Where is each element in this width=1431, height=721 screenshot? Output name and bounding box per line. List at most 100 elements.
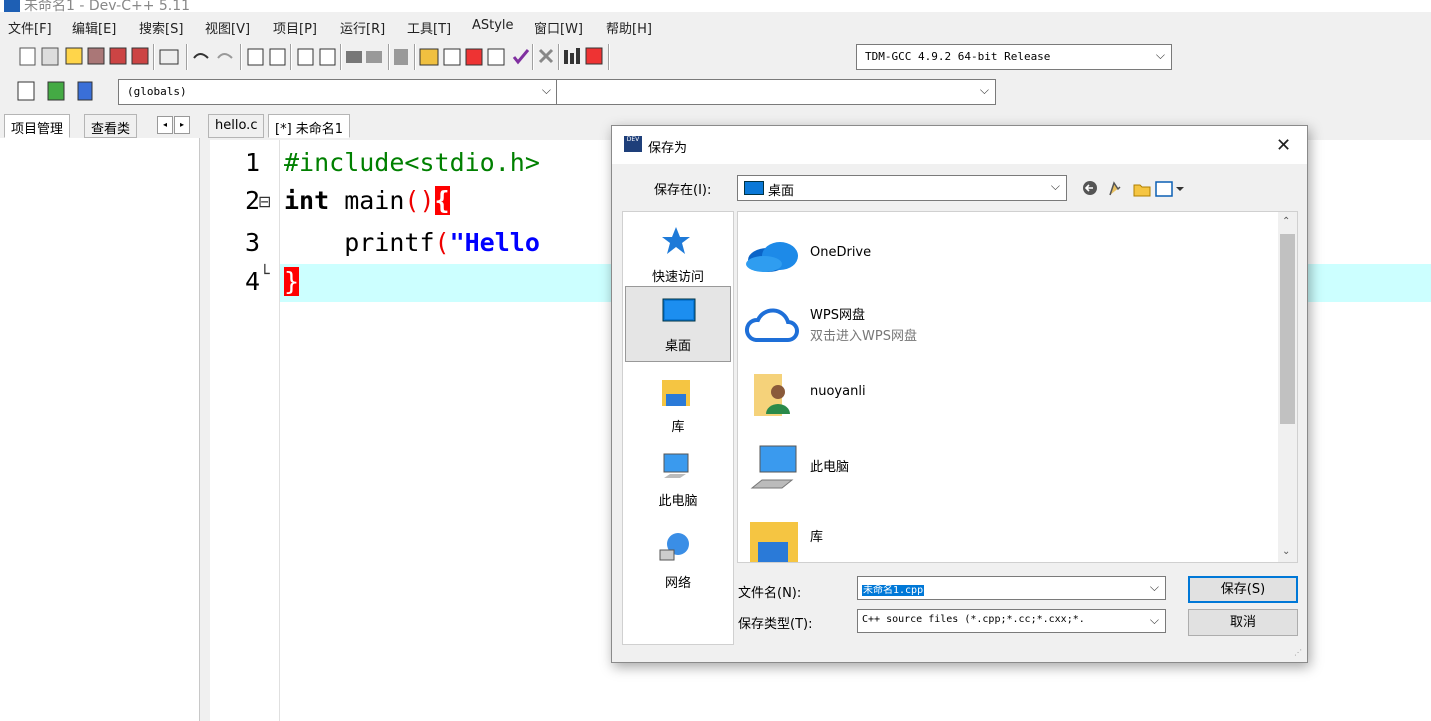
goto-bookmark-icon[interactable] (46, 81, 66, 101)
chevron-down-icon: ⌵ (1050, 179, 1060, 193)
code-line-2: int main(){ (284, 186, 450, 215)
app-icon (4, 0, 20, 12)
undo-icon[interactable] (192, 46, 212, 66)
close-icon[interactable]: ✕ (1276, 135, 1291, 156)
bookmark-icon[interactable] (76, 81, 96, 101)
insert-icon[interactable] (16, 81, 36, 101)
syntax-check-icon[interactable] (512, 46, 532, 66)
menu-search[interactable]: 搜索[S] (139, 18, 183, 37)
line-number: 1 (244, 148, 260, 177)
onedrive-icon (746, 242, 798, 272)
place-libraries[interactable]: 库 (623, 368, 733, 444)
save-button[interactable]: 保存(S) (1188, 576, 1298, 603)
list-item[interactable]: 库 (744, 504, 1264, 562)
compile-run-icon[interactable] (464, 46, 484, 66)
desktop-icon (662, 298, 696, 322)
toggle-bookmark-icon[interactable] (318, 46, 338, 66)
tab-project-manager[interactable]: 项目管理 (4, 114, 71, 138)
code-line-4: } (284, 267, 300, 296)
tab-untitled-1[interactable]: [*] 未命名1 (268, 114, 351, 138)
devcpp-icon: DEV (624, 136, 642, 152)
line-number: 3 (244, 228, 260, 257)
cancel-button[interactable]: 取消 (1188, 609, 1298, 636)
up-folder-icon[interactable] (1106, 177, 1126, 199)
unindent-icon[interactable] (344, 46, 364, 66)
dialog-title-bar: DEV 保存为 ✕ (612, 126, 1307, 164)
close-file-icon[interactable] (108, 46, 128, 66)
place-desktop[interactable]: 桌面 (625, 286, 731, 362)
file-list-scrollbar[interactable]: ⌃ ⌄ (1278, 212, 1297, 562)
redo-icon[interactable] (216, 46, 236, 66)
profile-chart-icon[interactable] (562, 46, 582, 66)
replace-icon[interactable] (268, 46, 288, 66)
library-icon (750, 522, 798, 562)
function-select[interactable]: ⌵ (556, 79, 996, 105)
new-file-icon[interactable] (18, 46, 38, 66)
menu-astyle[interactable]: AStyle (472, 18, 514, 33)
list-item[interactable]: 此电脑 (744, 434, 1264, 500)
scrollbar-thumb[interactable] (1280, 234, 1295, 424)
compile-icon[interactable] (418, 46, 438, 66)
filename-input[interactable]: 未命名1.cpp ⌵ (857, 576, 1166, 600)
chevron-down-icon[interactable]: ⌄ (1282, 546, 1290, 557)
list-item[interactable]: nuoyanli (744, 362, 1264, 428)
project-panel[interactable] (0, 138, 200, 721)
resize-grip-icon[interactable]: ⋰ (1294, 648, 1302, 657)
rebuild-icon[interactable] (486, 46, 506, 66)
save-in-select[interactable]: 桌面 ⌵ (737, 175, 1067, 201)
main-toolbar: TDM-GCC 4.9.2 64-bit Release ⌵ (0, 40, 1431, 74)
filetype-value: C++ source files (*.cpp;*.cc;*.cxx;*. (862, 614, 1085, 625)
list-item[interactable]: WPS网盘 双击进入WPS网盘 (744, 292, 1264, 358)
title-bar: 未命名1 - Dev-C++ 5.11 (0, 0, 1431, 14)
open-file-icon[interactable] (40, 46, 60, 66)
chevron-up-icon[interactable]: ⌃ (1282, 216, 1290, 227)
code-line-3: printf("Hello (284, 228, 540, 257)
view-menu-icon[interactable] (1154, 177, 1190, 199)
menu-file[interactable]: 文件[F] (8, 18, 52, 37)
tab-prev-button[interactable]: ◂ (157, 116, 173, 134)
place-network[interactable]: 网络 (623, 524, 733, 600)
menu-run[interactable]: 运行[R] (340, 18, 385, 37)
tab-class-browser[interactable]: 查看类 (84, 114, 138, 138)
fold-toggle-icon[interactable]: ⊟ (258, 192, 271, 211)
file-name: nuoyanli (810, 384, 866, 399)
chevron-down-icon: ⌵ (541, 83, 551, 97)
save-all-icon[interactable] (86, 46, 106, 66)
menu-project[interactable]: 项目[P] (273, 18, 317, 37)
chevron-down-icon: ⌵ (979, 83, 989, 97)
save-as-dialog: DEV 保存为 ✕ 保存在(I): 桌面 ⌵ 快速访问 桌面 库 此电脑 网络 … (611, 125, 1308, 663)
back-icon[interactable] (1080, 177, 1100, 199)
window-title: 未命名1 - Dev-C++ 5.11 (24, 0, 191, 14)
goto-line-icon[interactable] (296, 46, 316, 66)
file-list[interactable]: OneDrive WPS网盘 双击进入WPS网盘 nuoyanli 此电脑 库 … (737, 211, 1298, 563)
run-icon[interactable] (442, 46, 462, 66)
menu-view[interactable]: 视图[V] (205, 18, 250, 37)
menu-window[interactable]: 窗口[W] (534, 18, 583, 37)
menu-edit[interactable]: 编辑[E] (72, 18, 116, 37)
comment-icon[interactable] (392, 46, 412, 66)
brace-match-close: } (284, 267, 300, 296)
find-icon[interactable] (246, 46, 266, 66)
star-icon (662, 227, 690, 254)
menu-tools[interactable]: 工具[T] (407, 18, 451, 37)
stop-icon[interactable] (538, 46, 558, 66)
wps-cloud-icon (745, 308, 799, 342)
print-icon[interactable] (160, 46, 180, 66)
compiler-select[interactable]: TDM-GCC 4.9.2 64-bit Release ⌵ (856, 44, 1172, 70)
save-icon[interactable] (64, 46, 84, 66)
scope-select[interactable]: (globals) ⌵ (118, 79, 558, 105)
filetype-select[interactable]: C++ source files (*.cpp;*.cc;*.cxx;*. ⌵ (857, 609, 1166, 633)
line-number: 2 (244, 186, 260, 215)
new-folder-icon[interactable] (1130, 177, 1152, 199)
place-this-pc[interactable]: 此电脑 (623, 442, 733, 518)
close-all-icon[interactable] (130, 46, 150, 66)
tab-next-button[interactable]: ▸ (174, 116, 190, 134)
tab-hello-c[interactable]: hello.c (208, 114, 265, 138)
menu-help[interactable]: 帮助[H] (606, 18, 652, 37)
line-number-gutter: 1 2 3 4 ⊟ └ (210, 140, 280, 721)
filename-value: 未命名1.cpp (862, 585, 925, 596)
debug-icon[interactable] (584, 46, 604, 66)
list-item[interactable]: OneDrive (744, 222, 1264, 288)
indent-icon[interactable] (364, 46, 384, 66)
place-quick-access[interactable]: 快速访问 (623, 218, 733, 294)
